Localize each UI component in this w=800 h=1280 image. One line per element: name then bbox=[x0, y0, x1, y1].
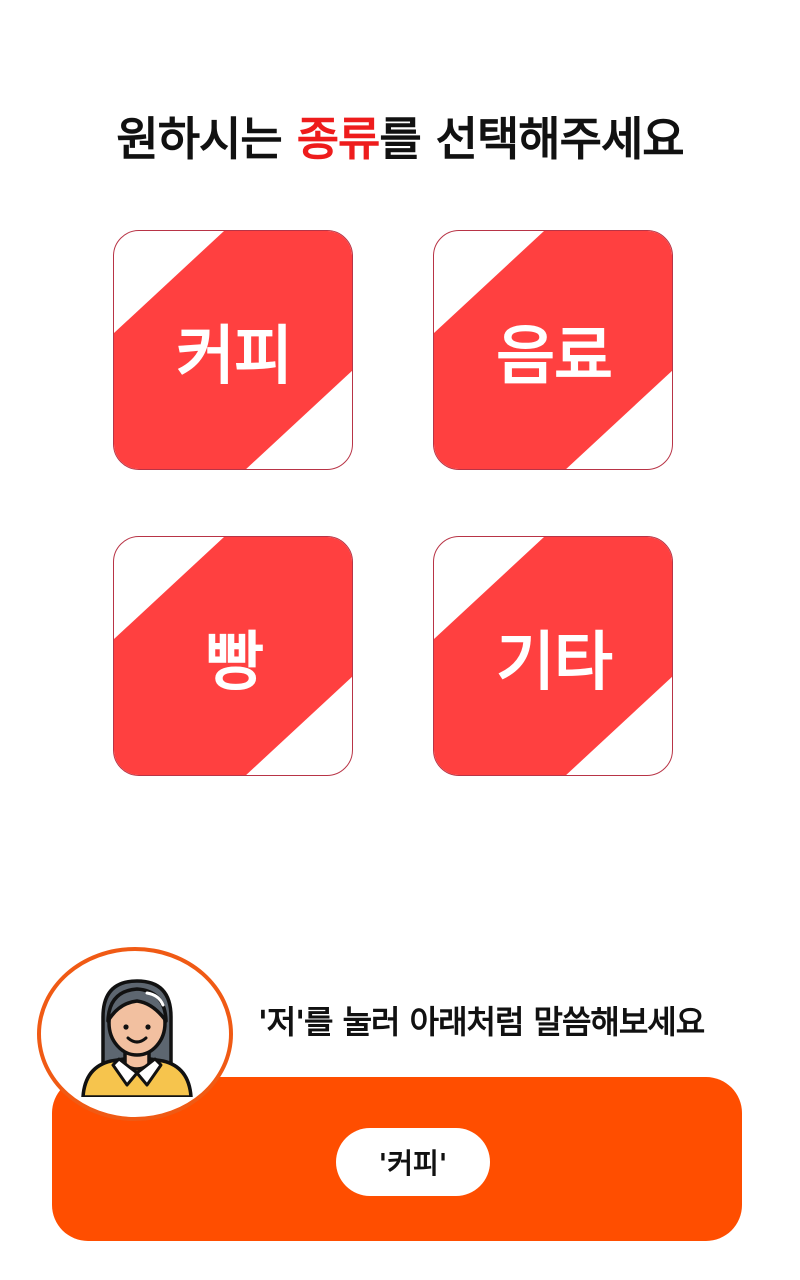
category-label: 음료 bbox=[496, 320, 613, 394]
category-tile-coffee[interactable]: 커피 bbox=[113, 230, 353, 470]
category-tile-bread[interactable]: 빵 bbox=[113, 536, 353, 776]
category-label: 기타 bbox=[496, 626, 613, 700]
voice-example-bubble: '커피' bbox=[336, 1128, 490, 1196]
category-tile-etc[interactable]: 기타 bbox=[433, 536, 673, 776]
title-suffix: 를 선택해주세요 bbox=[379, 112, 684, 166]
voice-assistant-button[interactable] bbox=[37, 947, 233, 1121]
category-label: 빵 bbox=[205, 626, 264, 700]
title-prefix: 원하시는 bbox=[116, 112, 297, 166]
category-tile-drink[interactable]: 음료 bbox=[433, 230, 673, 470]
category-label: 커피 bbox=[176, 320, 293, 394]
woman-assistant-icon bbox=[81, 979, 193, 1097]
page-title: 원하시는 종류를 선택해주세요 bbox=[0, 108, 800, 170]
voice-instruction-text: '저'를 눌러 아래처럼 말씀해보세요 bbox=[258, 1003, 705, 1041]
title-accent: 종류 bbox=[296, 112, 381, 166]
